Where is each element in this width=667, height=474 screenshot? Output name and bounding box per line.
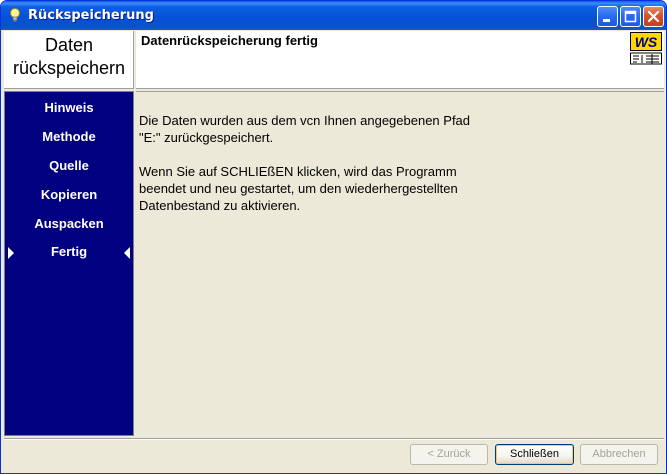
- minimize-button[interactable]: [597, 6, 618, 27]
- minimize-icon: [603, 19, 610, 22]
- wizard-steps-sidebar: Hinweis Methode Quelle Kopieren Auspacke…: [4, 91, 134, 436]
- maximize-icon: [624, 10, 637, 23]
- sidebar-item-fertig: Fertig: [5, 241, 133, 263]
- result-message: Die Daten wurden aus dem vcn Ihnen angeg…: [139, 112, 539, 146]
- sidebar-item-methode: Methode: [5, 126, 133, 148]
- window-title: Rückspeicherung: [28, 8, 154, 23]
- sidebar-item-kopieren: Kopieren: [5, 184, 133, 206]
- step-header-line2: rückspeichern: [12, 58, 126, 78]
- sidebar-item-hinweis: Hinweis: [5, 97, 133, 119]
- page-header: Datenrückspeicherung fertig WS: [136, 31, 664, 89]
- sidebar-item-label: Methode: [42, 129, 96, 144]
- sidebar-item-label: Fertig: [50, 244, 88, 259]
- step-header-panel: Daten rückspeichern: [4, 31, 134, 89]
- sidebar-item-label: Quelle: [49, 158, 89, 173]
- step-header-text: Daten rückspeichern: [4, 34, 134, 80]
- ws-logo-text: WS: [635, 34, 658, 50]
- back-button[interactable]: < Zurück: [410, 444, 488, 465]
- close-icon: [647, 10, 660, 23]
- title-bar[interactable]: Rückspeicherung: [1, 1, 666, 30]
- sidebar-item-label: Kopieren: [40, 187, 98, 202]
- page-title: Datenrückspeicherung fertig: [141, 33, 318, 48]
- footer-divider: [4, 438, 664, 440]
- result-line-1: Die Daten wurden aus dem vcn Ihnen angeg…: [139, 113, 471, 128]
- restart-line-2: beendet und neu gestartet, um den wieder…: [139, 181, 458, 196]
- sidebar-item-auspacken: Auspacken: [5, 213, 133, 235]
- close-button[interactable]: Schließen: [495, 444, 574, 465]
- cancel-button[interactable]: Abbrechen: [580, 444, 658, 465]
- maximize-button[interactable]: [620, 6, 641, 27]
- result-line-2: "E:" zurückgespeichert.: [139, 130, 274, 145]
- ws-logo: WS: [630, 32, 662, 65]
- restart-line-1: Wenn Sie auf SCHLIEßEN klicken, wird das…: [139, 164, 457, 179]
- close-window-button[interactable]: [643, 6, 664, 27]
- step-header-line1: Daten: [44, 35, 94, 55]
- wizard-window: Rückspeicherung Daten rückspeichern Date…: [0, 0, 667, 474]
- selected-arrow-left-icon: [124, 247, 130, 259]
- selected-arrow-right-icon: [8, 247, 14, 259]
- sidebar-item-quelle: Quelle: [5, 155, 133, 177]
- sidebar-item-label: Hinweis: [44, 100, 94, 115]
- lightbulb-icon: [10, 8, 20, 22]
- content-panel: Die Daten wurden aus dem vcn Ihnen angeg…: [136, 91, 664, 436]
- restart-line-3: Datenbestand zu aktivieren.: [139, 198, 301, 213]
- restart-message: Wenn Sie auf SCHLIEßEN klicken, wird das…: [139, 163, 539, 214]
- sidebar-item-label: Auspacken: [34, 216, 104, 231]
